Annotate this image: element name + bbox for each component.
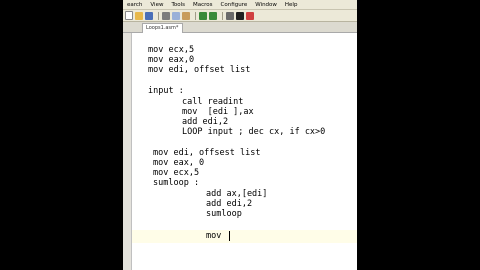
code-line: sumloop [206,209,242,219]
code-line: add edi,2 [182,117,229,127]
code-line: add ax,[edi] [206,189,268,199]
tab-loops1-asm[interactable]: Loops1.asm* [142,23,183,33]
current-line-highlight [132,230,357,243]
code-line: sumloop : [153,178,200,188]
menu-macros[interactable]: Macros [189,2,217,8]
menu-tools[interactable]: Tools [167,2,189,8]
text-caret [229,231,230,241]
gutter [123,33,132,270]
find-icon[interactable] [226,11,234,20]
undo-icon[interactable] [199,11,207,20]
code-line: mov ecx,5 [153,168,200,178]
menu-configure[interactable]: Configure [217,2,252,8]
new-file-icon[interactable] [125,11,133,20]
save-icon[interactable] [145,11,153,20]
code-line: add edi,2 [206,199,253,209]
code-line: mov [206,231,227,241]
toolbar-separator [222,11,223,20]
menu-bar: earch View Tools Macros Configure Window… [123,0,357,10]
code-editor[interactable]: mov ecx,5 mov eax,0 mov edi, offset list… [132,33,357,270]
code-line: mov eax, 0 [153,158,205,168]
open-folder-icon[interactable] [135,11,143,20]
code-line: LOOP input ; dec cx, if cx>0 [182,127,326,137]
menu-window[interactable]: Window [251,2,281,8]
redo-icon[interactable] [209,11,217,20]
menu-help[interactable]: Help [281,2,302,8]
editor-window: earch View Tools Macros Configure Window… [123,0,357,270]
cut-icon[interactable] [162,11,170,20]
code-line: input : [148,86,184,96]
code-line: call readint [182,97,244,107]
run-icon[interactable] [246,11,254,20]
tab-strip: Loops1.asm* [123,22,357,33]
copy-icon[interactable] [172,11,180,20]
code-line: mov edi, offsest list [153,148,261,158]
toolbar-separator [195,11,196,20]
bold-icon[interactable] [236,11,244,20]
menu-view[interactable]: View [146,2,167,8]
code-line: mov edi, offset list [148,65,251,75]
code-line: mov ecx,5 [148,45,195,55]
code-line: mov [edi ],ax [182,107,254,117]
menu-search[interactable]: earch [123,2,146,8]
code-line: mov eax,0 [148,55,195,65]
toolbar-separator [158,11,159,20]
toolbar [123,10,357,22]
paste-icon[interactable] [182,11,190,20]
